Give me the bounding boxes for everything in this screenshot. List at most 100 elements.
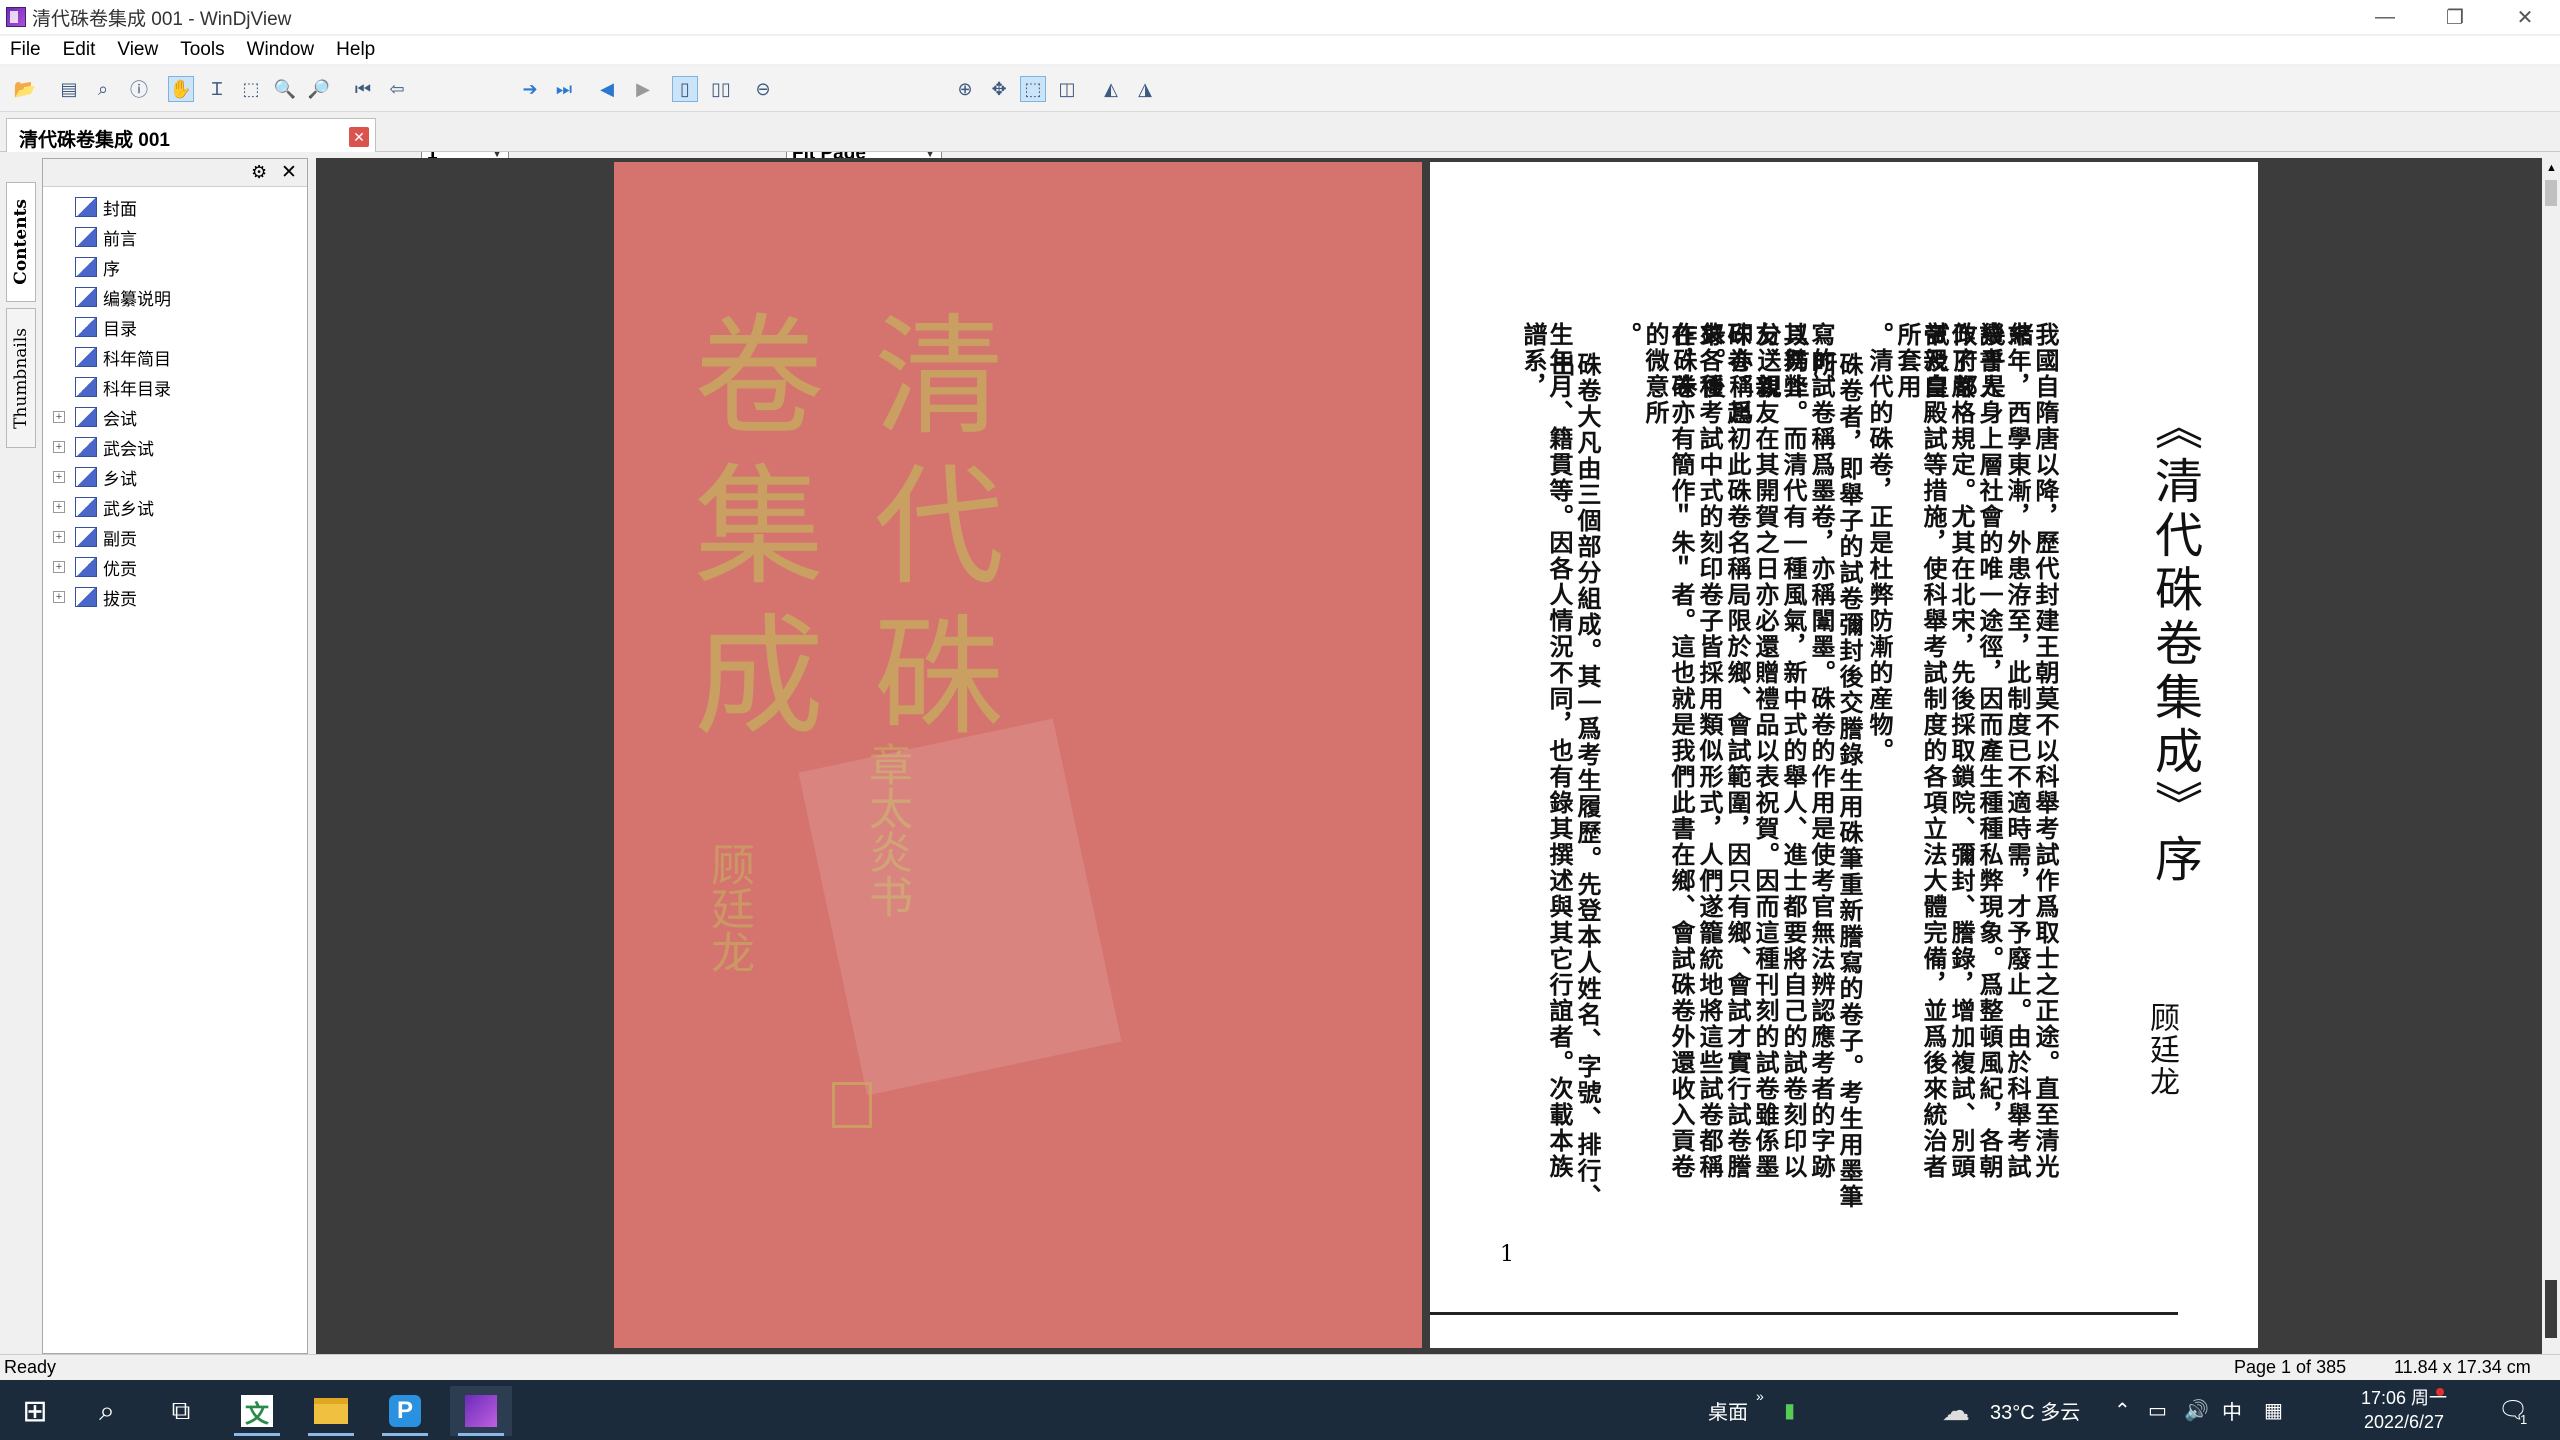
tree-item[interactable]: 编纂说明 xyxy=(75,283,171,311)
tree-expand-icon[interactable]: + xyxy=(53,591,65,603)
preface-page: 《清代硃卷集成》序 顾廷龙 我國自隋唐以降，歷代封建王朝莫不以科舉考試作爲取士之… xyxy=(1430,162,2258,1348)
tree-item[interactable]: + 乡试 xyxy=(53,463,137,491)
tree-item[interactable]: + 优贡 xyxy=(53,553,137,581)
menu-window[interactable]: Window xyxy=(237,39,327,61)
document-tab-label: 清代硃卷集成 001 xyxy=(19,130,170,151)
menu-file[interactable]: File xyxy=(0,39,53,61)
weather-cloud-icon[interactable]: ☁ xyxy=(1942,1380,1970,1440)
tree-expand-icon[interactable]: + xyxy=(53,501,65,513)
rotate-left-icon[interactable]: ◭ xyxy=(1098,76,1124,102)
zoom-out-icon[interactable]: ⊖ xyxy=(750,76,776,102)
info-icon[interactable]: ⓘ xyxy=(126,76,152,102)
file-explorer-icon[interactable] xyxy=(300,1386,362,1436)
tree-expand-icon[interactable]: + xyxy=(53,411,65,423)
close-tab-icon[interactable]: ✕ xyxy=(349,127,369,147)
scrollbar-lower-block xyxy=(2545,1280,2557,1338)
show-hidden-icons-icon[interactable]: ⌃ xyxy=(2114,1380,2131,1440)
tree-expand-icon[interactable]: + xyxy=(53,561,65,573)
ime-mode-label[interactable]: 中 xyxy=(2222,1380,2242,1440)
close-button[interactable]: ✕ xyxy=(2490,0,2560,34)
fit-page-icon[interactable]: ⬚ xyxy=(1020,76,1046,102)
document-tab[interactable]: 清代硃卷集成 001 ✕ xyxy=(6,118,376,152)
tree-item[interactable]: 科年简目 xyxy=(75,343,171,371)
preface-author: 顾廷龙 xyxy=(2144,1002,2179,1098)
print-icon[interactable]: ▤ xyxy=(56,76,82,102)
bookmark-page-icon xyxy=(75,287,97,307)
bookmark-page-icon xyxy=(75,377,97,397)
battery-icon[interactable]: ▮ xyxy=(1784,1380,1795,1440)
rect-select-icon[interactable]: ⬚ xyxy=(238,76,264,102)
tab-thumbnails[interactable]: Thumbnails xyxy=(6,308,36,448)
close-icon[interactable]: ✕ xyxy=(281,161,297,184)
rotate-right-icon[interactable]: ◮ xyxy=(1132,76,1158,102)
tree-item[interactable]: 序 xyxy=(75,253,120,281)
tab-contents[interactable]: Contents xyxy=(6,182,36,302)
last-page-icon[interactable]: ⏭ xyxy=(551,76,577,102)
search-icon[interactable]: ⌕ xyxy=(76,1386,138,1436)
tree-item-label: 编纂说明 xyxy=(103,289,171,309)
tree-item[interactable]: 目录 xyxy=(75,313,137,341)
zoom-in-tool-icon[interactable]: 🔍 xyxy=(272,76,298,102)
tree-expand-icon[interactable]: + xyxy=(53,531,65,543)
task-view-icon[interactable]: ⧉ xyxy=(150,1386,212,1436)
next-page-icon[interactable]: ➔ xyxy=(517,76,543,102)
tree-item[interactable]: + 副贡 xyxy=(53,523,137,551)
preface-column: 生年月、籍貫等。因各人情況不同，也有錄其撰述與其它行誼者。次載本族譜系， xyxy=(1519,322,1574,1180)
vertical-scrollbar[interactable]: ▲ xyxy=(2542,158,2560,1354)
chevron-right-icon[interactable]: » xyxy=(1756,1366,1764,1426)
tree-item[interactable]: 科年目录 xyxy=(75,373,171,401)
preface-heading: 《清代硃卷集成》序 xyxy=(2146,402,2202,888)
tree-expand-icon[interactable]: + xyxy=(53,441,65,453)
notification-center-icon[interactable]: 🗨 xyxy=(2498,1380,2528,1440)
wps-writer-icon[interactable]: 文 xyxy=(226,1386,288,1436)
start-icon[interactable]: ⊞ xyxy=(4,1386,66,1436)
find-icon[interactable]: ⌕ xyxy=(90,76,116,102)
previous-page-icon[interactable]: ⇦ xyxy=(384,76,410,102)
document-viewer[interactable]: 清代硃 卷集成 章太炎书 顾廷龙 《清代硃卷集成》序 顾廷龙 我國自隋唐以降，歷… xyxy=(316,158,2542,1354)
menu-view[interactable]: View xyxy=(107,39,170,61)
fit-width-icon[interactable]: ✥ xyxy=(986,76,1012,102)
network-icon[interactable]: ▭ xyxy=(2148,1380,2167,1440)
open-folder-icon[interactable]: 📂 xyxy=(12,76,38,102)
maximize-button[interactable]: ❐ xyxy=(2420,0,2490,34)
back-icon[interactable]: ◀ xyxy=(594,76,620,102)
menu-edit[interactable]: Edit xyxy=(53,39,108,61)
scroll-up-icon[interactable]: ▲ xyxy=(2546,162,2557,174)
zoom-out-tool-icon[interactable]: 🔎 xyxy=(306,76,332,102)
gear-icon[interactable]: ⚙ xyxy=(251,162,267,183)
tree-item[interactable]: + 武乡试 xyxy=(53,493,154,521)
windjview-taskbar-icon[interactable] xyxy=(450,1386,512,1436)
tree-item[interactable]: + 拔贡 xyxy=(53,583,137,611)
tree-item[interactable]: 前言 xyxy=(75,223,137,251)
ime-keyboard-icon[interactable]: ▦ xyxy=(2264,1380,2283,1440)
cover-title-column-1: 清代硃 xyxy=(874,301,1005,753)
page-count-status: Page 1 of 385 xyxy=(2234,1357,2347,1377)
text-select-icon[interactable]: Ɪ xyxy=(204,76,230,102)
clock-date: 2022/6/27 xyxy=(2363,1412,2445,1432)
tree-item[interactable]: + 武会试 xyxy=(53,433,154,461)
zoom-in-icon[interactable]: ⊕ xyxy=(952,76,978,102)
preface-column: 帝親自殿試等措施，使科舉考試制度的各項立法大體完備，並爲後來統治者所套用 xyxy=(1893,322,1948,1180)
menu-help[interactable]: Help xyxy=(326,39,387,61)
window-title: 清代硃卷集成 001 - WinDjView xyxy=(32,8,292,30)
tree-expand-icon[interactable]: + xyxy=(53,471,65,483)
facing-pages-icon[interactable]: ▯▯ xyxy=(708,76,734,102)
first-page-icon[interactable]: ⏮ xyxy=(350,76,376,102)
status-text: Ready xyxy=(4,1357,57,1377)
tree-item[interactable]: 封面 xyxy=(75,193,137,221)
forward-icon[interactable]: ▶ xyxy=(630,76,656,102)
contents-panel-header: ⚙ ✕ xyxy=(43,159,307,187)
pdf-reader-icon[interactable]: P xyxy=(374,1386,436,1436)
hand-tool-icon[interactable]: ✋ xyxy=(168,76,194,102)
minimize-button[interactable]: — xyxy=(2350,0,2420,34)
actual-size-icon[interactable]: ◫ xyxy=(1054,76,1080,102)
scrollbar-thumb[interactable] xyxy=(2545,180,2557,206)
menu-tools[interactable]: Tools xyxy=(170,39,236,61)
status-bar: Ready Page 1 of 385 11.84 x 17.34 cm xyxy=(0,1354,2560,1380)
desktop-toolbar-label[interactable]: 桌面 xyxy=(1708,1380,1748,1440)
single-page-icon[interactable]: ▯ xyxy=(672,76,698,102)
tree-item[interactable]: + 会试 xyxy=(53,403,137,431)
weather-text[interactable]: 33°C 多云 xyxy=(1990,1380,2080,1440)
clock[interactable]: 17:06 周一 2022/6/27 xyxy=(2344,1386,2464,1434)
volume-icon[interactable]: 🔊 xyxy=(2184,1380,2209,1440)
